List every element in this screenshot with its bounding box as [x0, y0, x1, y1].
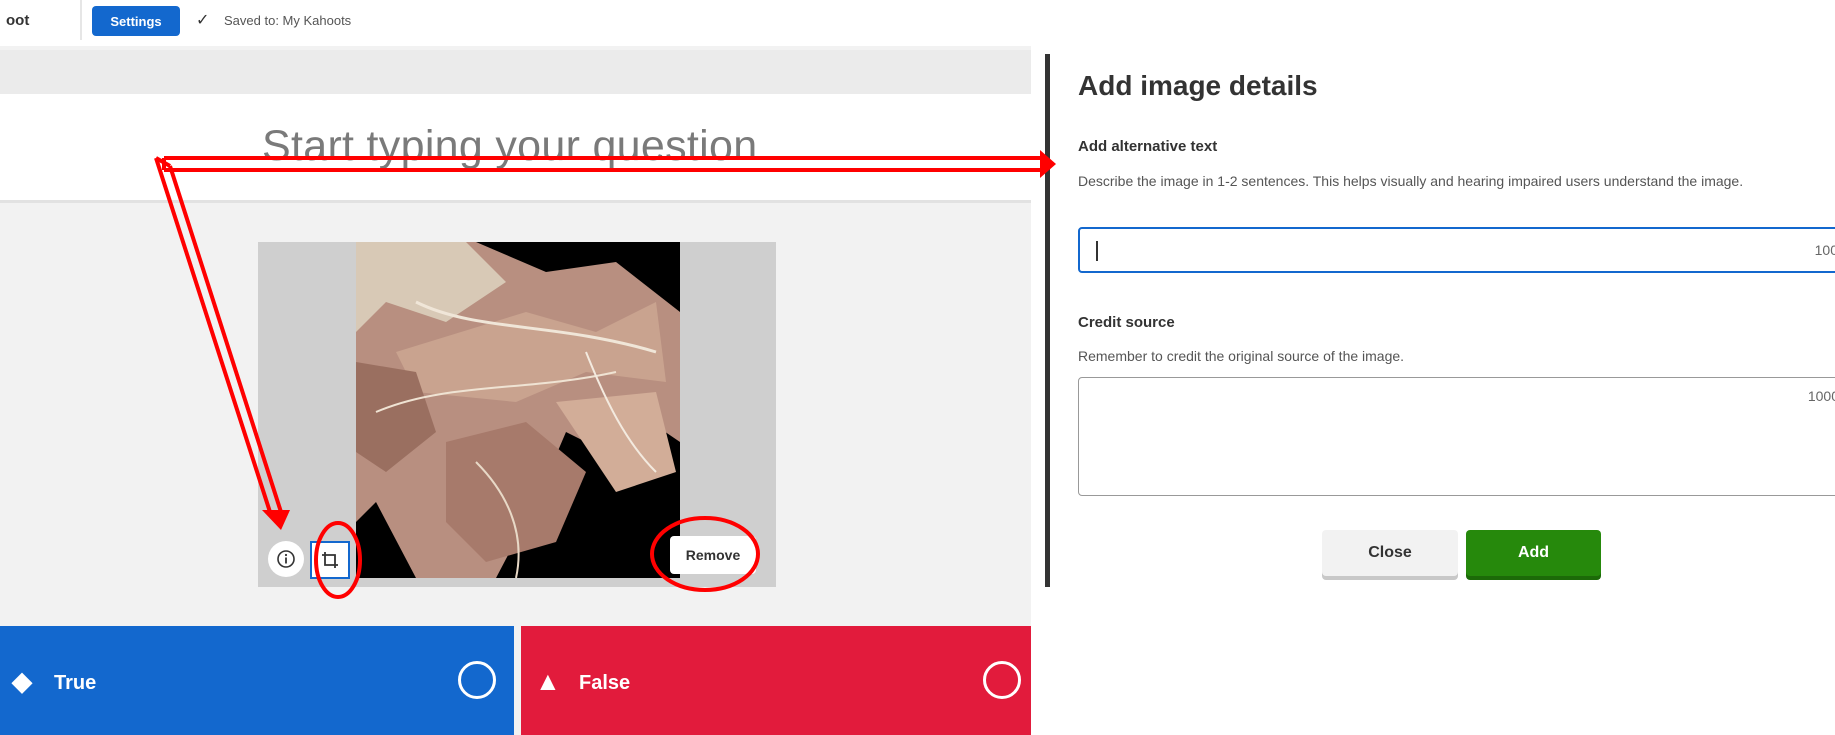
title-divider — [80, 0, 82, 40]
answer-false[interactable]: ▲ False — [521, 626, 1031, 735]
info-icon[interactable] — [268, 541, 304, 577]
panel-title: Add image details — [1078, 70, 1318, 101]
checkmark-icon: ✓ — [196, 12, 210, 29]
text-caret — [1096, 241, 1098, 261]
credit-source-help: Remember to credit the original source o… — [1078, 348, 1405, 364]
alt-text-label: Add alternative text — [1078, 138, 1218, 155]
answer-true[interactable]: ◆ True — [0, 626, 514, 735]
correct-answer-toggle-false[interactable] — [983, 661, 1021, 699]
editor-header-strip — [0, 50, 1031, 94]
question-image — [356, 242, 680, 578]
diamond-icon: ◆ — [12, 666, 32, 696]
alt-text-counter: 100 — [1814, 242, 1835, 258]
credit-source-input[interactable]: 1000 — [1078, 377, 1835, 496]
saved-status: Saved to: My Kahoots — [224, 13, 352, 28]
credit-source-counter: 1000 — [1807, 388, 1835, 404]
answer-true-label[interactable]: True — [54, 672, 96, 695]
alt-text-help: Describe the image in 1-2 sentences. Thi… — [1078, 173, 1744, 189]
add-button[interactable]: Add — [1466, 530, 1601, 576]
kahoot-title[interactable]: oot — [6, 12, 29, 29]
settings-button[interactable]: Settings — [92, 6, 180, 36]
question-placeholder[interactable]: Start typing your question — [262, 122, 757, 171]
close-button[interactable]: Close — [1322, 530, 1458, 576]
crop-icon[interactable] — [310, 541, 350, 579]
anatomy-dissection-image — [356, 242, 680, 578]
remove-image-button[interactable]: Remove — [670, 536, 756, 574]
alt-text-input[interactable]: 100 — [1078, 227, 1835, 273]
panel-divider — [1045, 54, 1050, 587]
correct-answer-toggle-true[interactable] — [458, 661, 496, 699]
triangle-icon: ▲ — [535, 666, 561, 696]
answer-false-label[interactable]: False — [579, 672, 630, 695]
credit-source-label: Credit source — [1078, 314, 1175, 331]
